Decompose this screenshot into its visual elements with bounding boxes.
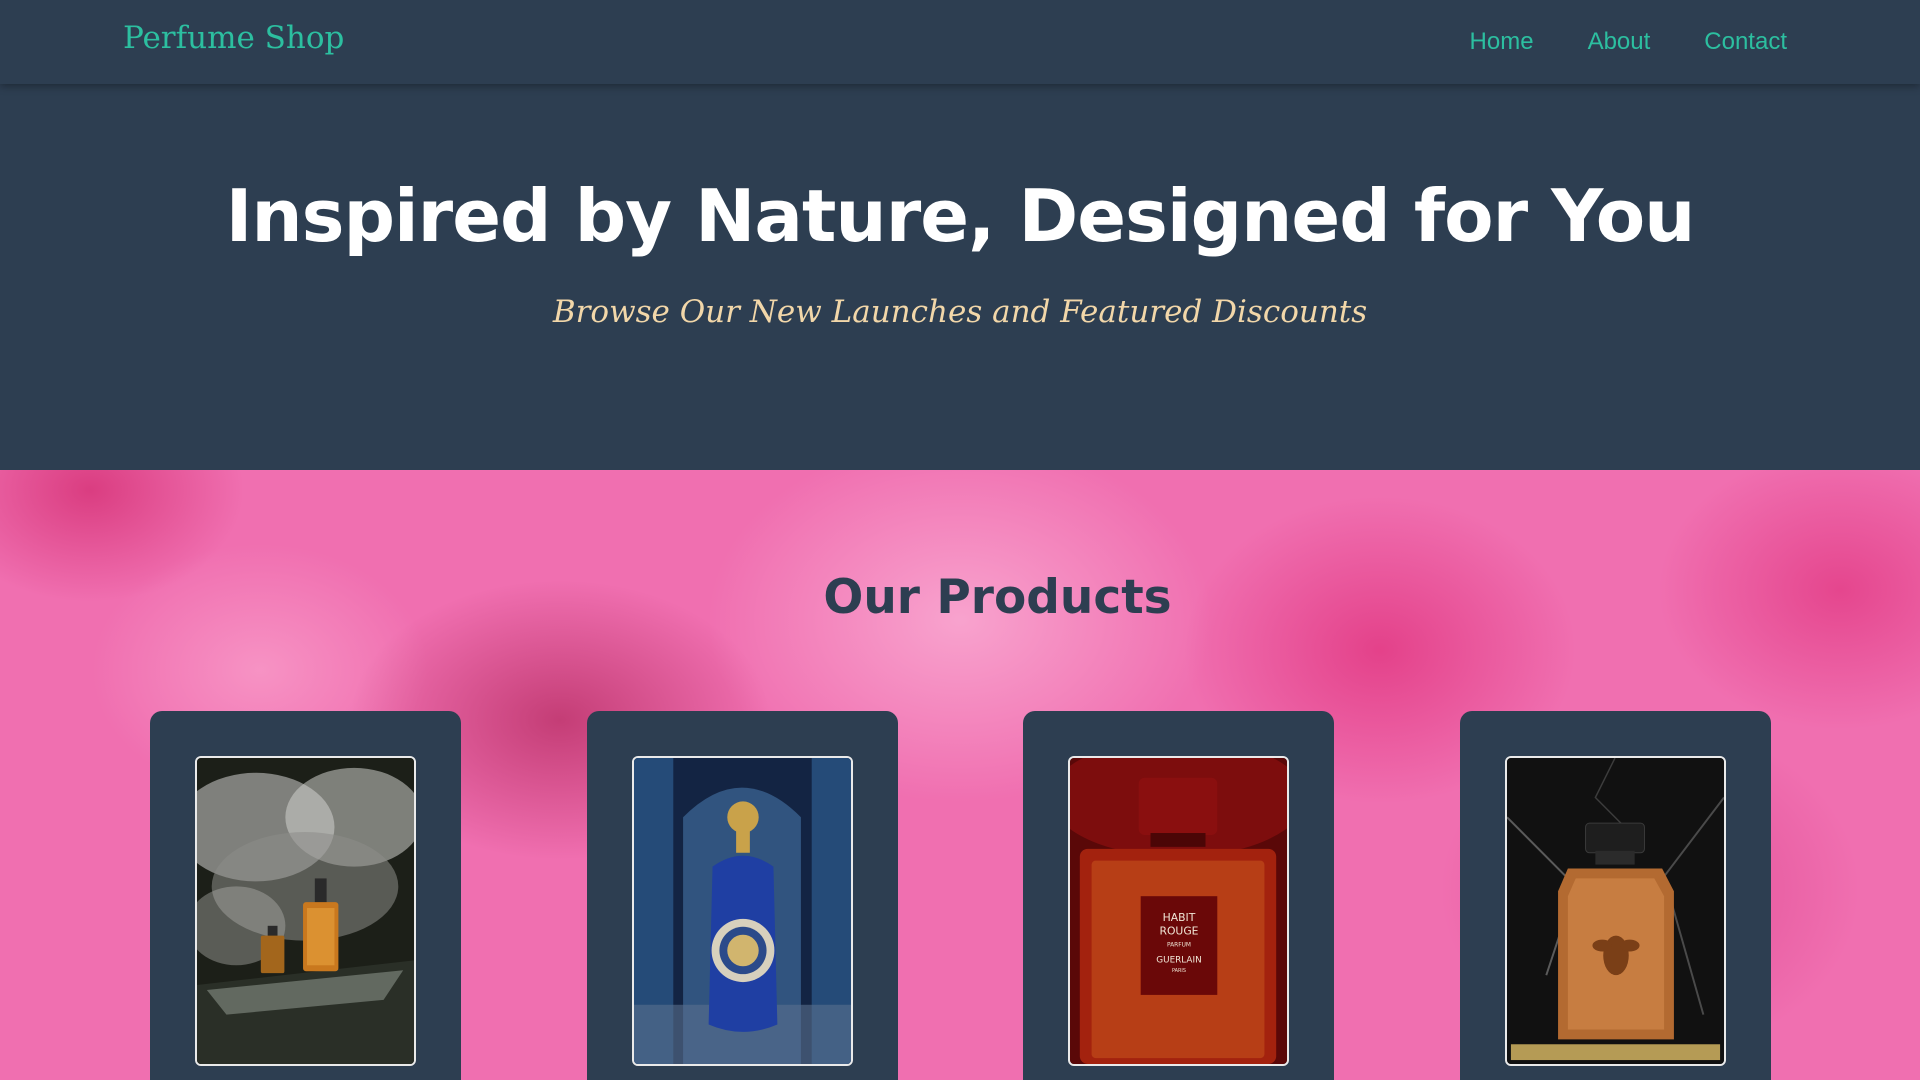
amber-bee-bottle-image[interactable] <box>1505 756 1726 1066</box>
blue-bottle-image[interactable] <box>632 756 853 1066</box>
nav-link-about[interactable]: About <box>1588 28 1651 56</box>
product-card-2[interactable] <box>587 711 898 1080</box>
hero-title: Inspired by Nature, Designed for You <box>225 174 1696 258</box>
label-line-paris: PARIS <box>1172 968 1186 974</box>
nav-link-home[interactable]: Home <box>1470 28 1534 56</box>
label-line-parfum: PARFUM <box>1167 943 1191 949</box>
product-card-3[interactable]: HABIT ROUGE PARFUM GUERLAIN PARIS <box>1023 711 1334 1080</box>
label-line-guerlain: GUERLAIN <box>1156 955 1201 965</box>
nav-link-contact[interactable]: Contact <box>1704 28 1787 56</box>
products-heading: Our Products <box>823 570 1172 625</box>
label-line-rouge: ROUGE <box>1159 925 1198 938</box>
navbar: Perfume Shop Home About Contact <box>0 0 1920 84</box>
product-card-4[interactable] <box>1460 711 1771 1080</box>
product-card-1[interactable] <box>150 711 461 1080</box>
red-habit-rouge-image[interactable]: HABIT ROUGE PARFUM GUERLAIN PARIS <box>1068 756 1289 1066</box>
label-line-habit: HABIT <box>1163 911 1196 924</box>
products-section: Our Products HABIT ROUGE PARFUM GUERLAIN… <box>0 470 1920 1080</box>
hero-subtitle: Browse Our New Launches and Featured Dis… <box>552 294 1368 330</box>
smoke-perfume-image[interactable] <box>195 756 416 1066</box>
brand-logo-link[interactable]: Perfume Shop <box>123 20 344 56</box>
nav-links: Home About Contact <box>1470 28 1787 56</box>
hero-section: Inspired by Nature, Designed for You Bro… <box>0 84 1920 470</box>
